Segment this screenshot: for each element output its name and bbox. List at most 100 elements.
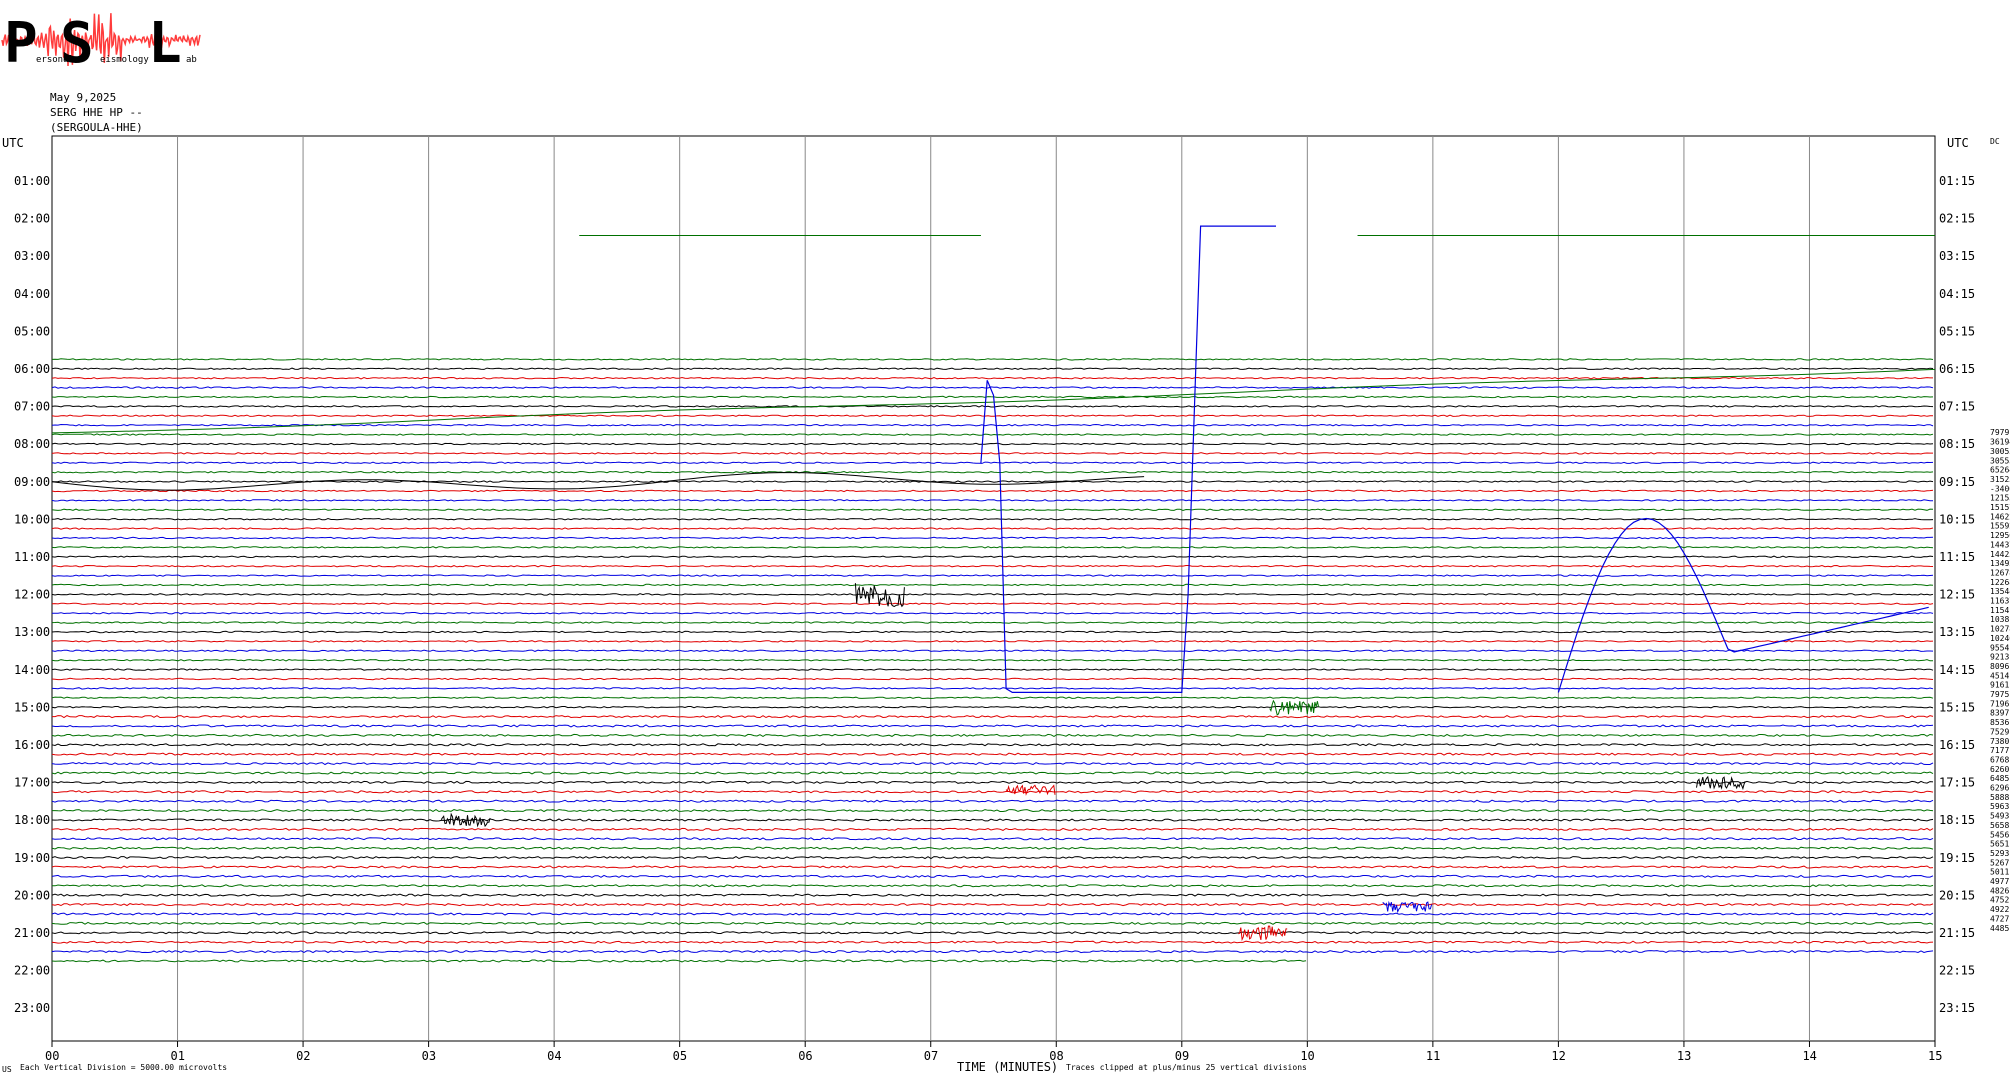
row-mean-value: 6296 <box>1990 784 2009 793</box>
trace-row <box>52 763 1933 765</box>
x-tick-label: 00 <box>45 1049 59 1063</box>
row-mean-value: 13544 <box>1990 587 2010 596</box>
row-mean-value: 13492 <box>1990 559 2010 568</box>
x-tick-label: 14 <box>1802 1049 1816 1063</box>
x-tick-label: 11 <box>1426 1049 1440 1063</box>
trace-row <box>52 481 1933 482</box>
x-tick-label: 04 <box>547 1049 561 1063</box>
trace-row <box>52 660 1933 661</box>
row-mean-value: 7529 <box>1990 727 2009 736</box>
row-mean-value: 14437 <box>1990 540 2010 549</box>
trace-row <box>52 885 1933 887</box>
trace-row <box>52 904 1933 906</box>
x-tick-label: 02 <box>296 1049 310 1063</box>
row-mean-value: 12268 <box>1990 578 2010 587</box>
hour-label-left: 16:00 <box>14 738 50 752</box>
trace-row <box>52 613 1933 614</box>
utc-label-left: UTC <box>2 136 24 150</box>
hour-label-right: 08:15 <box>1939 437 1975 451</box>
row-mean-value: 5293 <box>1990 849 2009 858</box>
trace-row <box>52 669 1933 670</box>
hour-label-right: 07:15 <box>1939 400 1975 414</box>
row-mean-value: 5267 <box>1990 858 2009 867</box>
hour-label-right: 12:15 <box>1939 588 1975 602</box>
record-date: May 9,2025 <box>50 91 116 104</box>
row-mean-value: 31525 <box>1990 475 2010 484</box>
row-mean-value: 14425 <box>1990 550 2010 559</box>
hour-label-left: 21:00 <box>14 926 50 940</box>
vertical-division-note: Each Vertical Division = 5000.00 microvo… <box>20 1063 227 1072</box>
x-axis-title: TIME (MINUTES) <box>957 1060 1058 1074</box>
trace-row <box>52 894 1933 896</box>
trace-row <box>52 941 1933 943</box>
trace-row <box>52 744 1933 746</box>
hour-label-right: 18:15 <box>1939 813 1975 827</box>
x-tick-label: 01 <box>171 1049 185 1063</box>
hour-label-left: 08:00 <box>14 437 50 451</box>
hour-label-left: 19:00 <box>14 851 50 865</box>
trace-row <box>52 866 1933 868</box>
trace-row <box>52 697 1933 698</box>
logo-letter-l: L <box>148 11 182 76</box>
row-mean-value: 11637 <box>1990 597 2010 606</box>
row-mean-value: 9213 <box>1990 653 2009 662</box>
utc-label-right: UTC <box>1947 136 1969 150</box>
x-tick-label: 03 <box>422 1049 436 1063</box>
row-mean-value: 5651 <box>1990 840 2009 849</box>
blue-longperiod-swing <box>1558 519 1928 693</box>
trace-row <box>52 960 1306 962</box>
x-tick-label: 07 <box>924 1049 938 1063</box>
hour-label-left: 14:00 <box>14 663 50 677</box>
trace-row <box>52 556 1933 557</box>
hour-label-left: 10:00 <box>14 512 50 526</box>
trace-row <box>52 857 1933 859</box>
hour-label-right: 03:15 <box>1939 249 1975 263</box>
row-mean-value: 12155 <box>1990 494 2010 503</box>
hour-label-right: 22:15 <box>1939 964 1975 978</box>
trace-row <box>52 678 1933 679</box>
hour-label-left: 15:00 <box>14 700 50 714</box>
row-mean-value: 5888 <box>1990 793 2009 802</box>
row-mean-value: 4977 <box>1990 877 2009 886</box>
row-mean-value: 8397 <box>1990 709 2009 718</box>
row-mean-value: 79791 <box>1990 428 2010 437</box>
hour-label-right: 20:15 <box>1939 888 1975 902</box>
trace-row <box>52 734 1933 736</box>
row-mean-value: 11541 <box>1990 606 2010 615</box>
x-tick-label: 12 <box>1551 1049 1565 1063</box>
hour-label-right: 17:15 <box>1939 776 1975 790</box>
trace-row <box>52 406 1933 407</box>
hour-label-left: 05:00 <box>14 324 50 338</box>
trace-row <box>52 462 1933 463</box>
x-tick-label: 05 <box>673 1049 687 1063</box>
psl-logo: P S L ersonal eismology ab <box>2 11 200 76</box>
trace-row <box>52 443 1933 444</box>
trace-row <box>52 922 1933 924</box>
hour-label-right: 15:15 <box>1939 700 1975 714</box>
row-mean-value: 5963 <box>1990 802 2009 811</box>
hour-label-right: 09:15 <box>1939 475 1975 489</box>
trace-row <box>52 594 1933 595</box>
logo-letter-p: P <box>4 11 38 76</box>
hour-label-left: 07:00 <box>14 400 50 414</box>
trace-row <box>52 566 1933 567</box>
trace-row <box>52 753 1933 755</box>
row-mean-value: 9161 <box>1990 681 2009 690</box>
hour-label-left: 11:00 <box>14 550 50 564</box>
trace-row <box>52 509 1933 510</box>
trace-row <box>52 875 1933 877</box>
x-tick-label: 13 <box>1677 1049 1691 1063</box>
trace-row <box>52 415 1933 416</box>
logo-word-personal: ersonal <box>36 55 74 65</box>
hour-label-right: 16:15 <box>1939 738 1975 752</box>
logo-word-seismology: eismology <box>100 55 149 65</box>
hour-label-right: 11:15 <box>1939 550 1975 564</box>
row-mean-value: 4485 <box>1990 924 2009 933</box>
hour-label-left: 04:00 <box>14 287 50 301</box>
row-mean-value: 8536 <box>1990 718 2009 727</box>
trace-row <box>52 707 1933 708</box>
x-tick-label: 06 <box>798 1049 812 1063</box>
trace-row <box>52 500 1933 501</box>
logo-letter-s: S <box>60 11 94 76</box>
row-mean-values: 79791361943005530555652646231525-3400712… <box>1990 428 2010 933</box>
